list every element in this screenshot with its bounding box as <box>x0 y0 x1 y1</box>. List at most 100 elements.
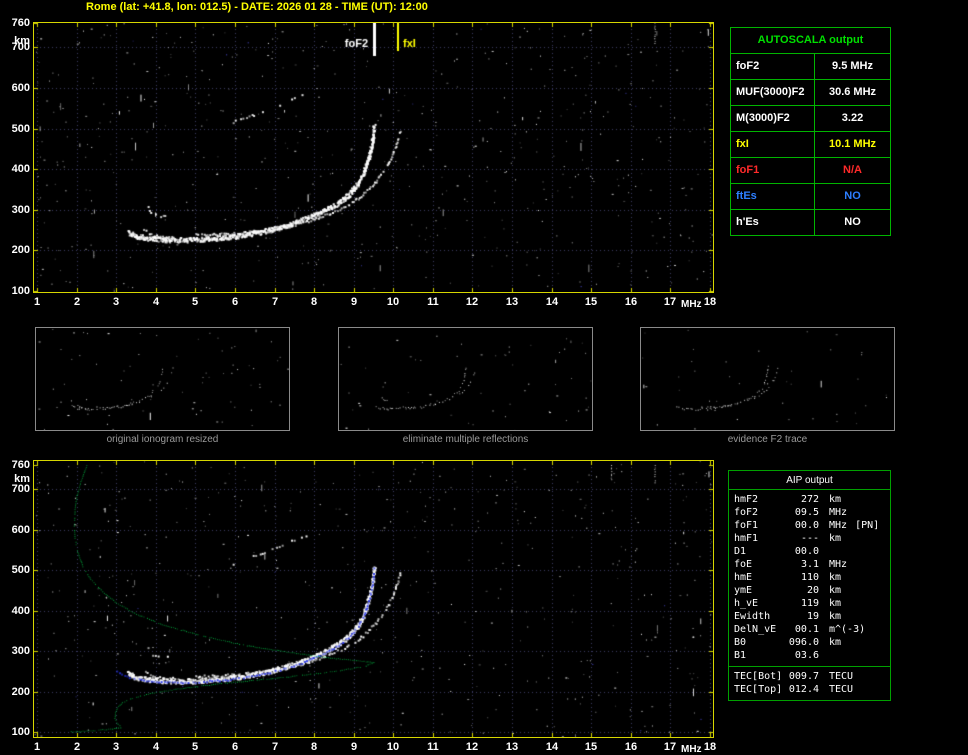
aip-extra <box>847 506 855 519</box>
x-tick-label: 14 <box>545 296 559 308</box>
autoscala-param-label: h'Es <box>731 210 815 235</box>
aip-extra <box>841 584 849 597</box>
page-title: Rome (lat: +41.8, lon: 012.5) - DATE: 20… <box>86 1 428 13</box>
aip-unit: km <box>829 572 842 583</box>
aip-param: B1 <box>734 650 747 661</box>
x-tick-label: 13 <box>505 741 519 753</box>
autoscala-table-row: fxI 10.1 MHz <box>731 131 890 157</box>
autoscala-table-row: foF1 N/A <box>731 157 890 183</box>
y-tick-label: 500 <box>11 564 30 576</box>
aip-param: TEC[Bot] <box>734 671 783 682</box>
thumbnail-canvas <box>339 328 592 430</box>
y-tick-label: 200 <box>11 686 30 698</box>
aip-table-row: D1 00.0 <box>729 545 890 558</box>
aip-extra <box>829 649 837 662</box>
x-tick-label: 16 <box>624 741 638 753</box>
x-tick-label: 6 <box>231 296 239 308</box>
thumbnail-caption: original ionogram resized <box>106 434 219 445</box>
aip-value: 119 <box>800 598 819 609</box>
aip-param: h_vE <box>734 598 759 609</box>
aip-unit <box>819 545 829 558</box>
aip-unit: km <box>829 598 842 609</box>
aip-unit: MHz <box>829 507 848 518</box>
autoscala-param-label: ftEs <box>731 184 815 209</box>
aip-unit: MHz <box>829 559 848 570</box>
y-tick-label: 300 <box>11 204 30 216</box>
aip-table-row: TEC[Bot] 009.7 TECU <box>729 670 890 683</box>
y-tick-label: 300 <box>11 645 30 657</box>
x-tick-label: 9 <box>350 296 358 308</box>
x-tick-label: 1 <box>33 741 41 753</box>
aip-table-row: TEC[Top] 012.4 TECU <box>729 683 890 696</box>
y-axis-unit-label: km <box>14 473 30 485</box>
autoscala-param-value: 9.5 MHz <box>832 60 873 72</box>
y-tick-label: 400 <box>11 605 30 617</box>
profile-canvas <box>34 461 713 737</box>
y-tick-label: 500 <box>11 123 30 135</box>
aip-param: foF2 <box>734 507 759 518</box>
aip-unit: km <box>829 494 842 505</box>
autoscala-table-row: foF2 9.5 MHz <box>731 53 890 79</box>
thumbnail-canvas <box>36 328 289 430</box>
y-tick-label: 600 <box>11 82 30 94</box>
x-tick-label: 8 <box>310 296 318 308</box>
aip-unit: m^(-3) <box>829 624 866 635</box>
x-tick-label: 4 <box>152 296 160 308</box>
autoscala-param-label: foF1 <box>731 158 815 183</box>
aip-table-row: hmE 110 km <box>729 571 890 584</box>
aip-value: 009.7 <box>788 671 819 682</box>
autoscala-param-label: foF2 <box>731 54 815 79</box>
aip-table-header: AIP output <box>729 471 890 490</box>
y-axis-unit-label: km <box>14 35 30 47</box>
thumbnail-eliminate-reflections <box>338 327 593 431</box>
x-tick-label: 3 <box>112 296 120 308</box>
autoscala-param-value: NO <box>844 216 861 228</box>
aip-value: 00.0 <box>794 520 819 531</box>
aip-value: 20 <box>806 585 819 596</box>
x-tick-label: 1 <box>33 296 41 308</box>
y-tick-label: 600 <box>11 524 30 536</box>
x-tick-label: 11 <box>427 741 439 753</box>
aip-extra <box>841 493 849 506</box>
aip-extra <box>841 636 849 649</box>
aip-value: 012.4 <box>788 684 819 695</box>
aip-param: DelN_vE <box>734 624 777 635</box>
aip-table-row: h_vE 119 km <box>729 597 890 610</box>
aip-param: hmF1 <box>734 533 759 544</box>
autoscala-param-label: MUF(3000)F2 <box>731 80 815 105</box>
autoscala-table-row: ftEs NO <box>731 183 890 209</box>
aip-unit: km <box>829 637 842 648</box>
autoscala-param-value: NO <box>844 190 861 202</box>
profile-plot <box>33 460 714 738</box>
x-tick-label: 9 <box>350 741 358 753</box>
aip-param: D1 <box>734 546 747 557</box>
aip-table-row: hmF2 272 km <box>729 493 890 506</box>
aip-value: 00.1 <box>794 624 819 635</box>
x-tick-label: 8 <box>310 741 318 753</box>
aip-table-row: Ewidth 19 km <box>729 610 890 623</box>
aip-output-table: AIP output hmF2 272 km foF2 09.5 MHz foF1 00.0 M… <box>728 470 891 701</box>
x-tick-label: 16 <box>624 296 638 308</box>
aip-unit: km <box>829 585 842 596</box>
y-tick-label: 400 <box>11 163 30 175</box>
aip-value: 096.0 <box>788 637 819 648</box>
aip-param: ymE <box>734 585 753 596</box>
thumbnail-evidence-f2-trace <box>640 327 895 431</box>
x-tick-label: 14 <box>545 741 559 753</box>
x-tick-label: 15 <box>584 741 598 753</box>
aip-extra <box>865 623 873 636</box>
aip-unit: km <box>829 533 842 544</box>
autoscala-screen: Rome (lat: +41.8, lon: 012.5) - DATE: 20… <box>0 0 968 755</box>
thumbnail-caption: evidence F2 trace <box>727 434 808 445</box>
autoscala-table-rows: foF2 9.5 MHz MUF(3000)F2 30.6 MHz M(3000)F2 3… <box>731 53 890 235</box>
x-tick-label: 5 <box>191 741 199 753</box>
autoscala-param-value: 30.6 MHz <box>828 86 877 98</box>
thumbnail-canvas <box>641 328 894 430</box>
aip-extra <box>847 558 855 571</box>
aip-table-row: foE 3.1 MHz <box>729 558 890 571</box>
aip-extra <box>829 545 837 558</box>
autoscala-table-header: AUTOSCALA output <box>757 34 864 46</box>
aip-extra: [PN] <box>855 520 880 531</box>
aip-param: B0 <box>734 637 747 648</box>
x-tick-label: 3 <box>112 741 120 753</box>
